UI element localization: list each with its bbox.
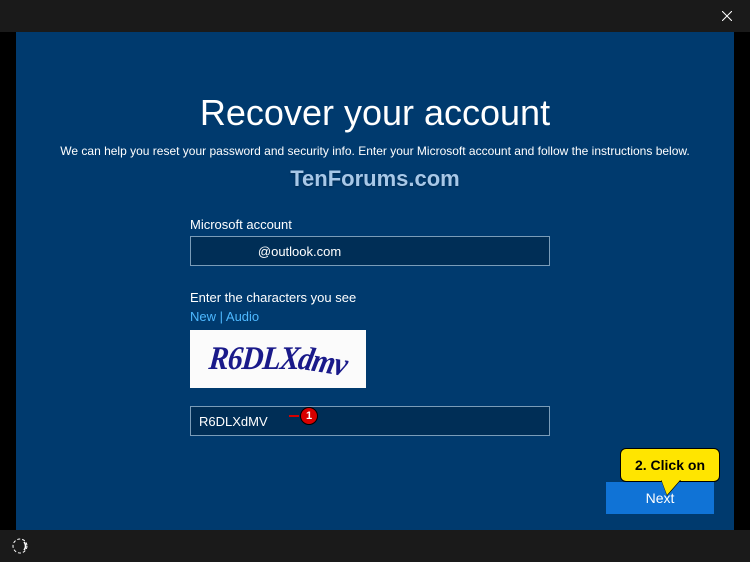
new-captcha-link[interactable]: New: [190, 309, 216, 324]
watermark-text: TenForums.com: [290, 166, 460, 192]
recovery-form: Microsoft account Enter the characters y…: [190, 217, 560, 436]
captcha-distorted-text: R6DLXdmv: [207, 340, 349, 377]
close-button[interactable]: [704, 0, 750, 32]
captcha-label: Enter the characters you see: [190, 290, 560, 305]
account-label: Microsoft account: [190, 217, 560, 232]
annotation-marker-1: 1: [300, 407, 318, 425]
captcha-input[interactable]: [190, 406, 550, 436]
ease-of-access-button[interactable]: [8, 534, 32, 558]
annotation-balloon-2: 2. Click on: [620, 448, 720, 482]
captcha-image: R6DLXdmv: [190, 330, 366, 388]
captcha-links: New | Audio: [190, 309, 560, 324]
accessibility-icon: [11, 537, 29, 555]
bottombar: [0, 530, 750, 562]
close-icon: [722, 11, 732, 21]
page-subtitle: We can help you reset your password and …: [60, 144, 689, 158]
page-title: Recover your account: [200, 92, 550, 134]
titlebar: [0, 0, 750, 32]
link-separator: |: [216, 309, 226, 324]
account-input[interactable]: [190, 236, 550, 266]
audio-captcha-link[interactable]: Audio: [226, 309, 259, 324]
